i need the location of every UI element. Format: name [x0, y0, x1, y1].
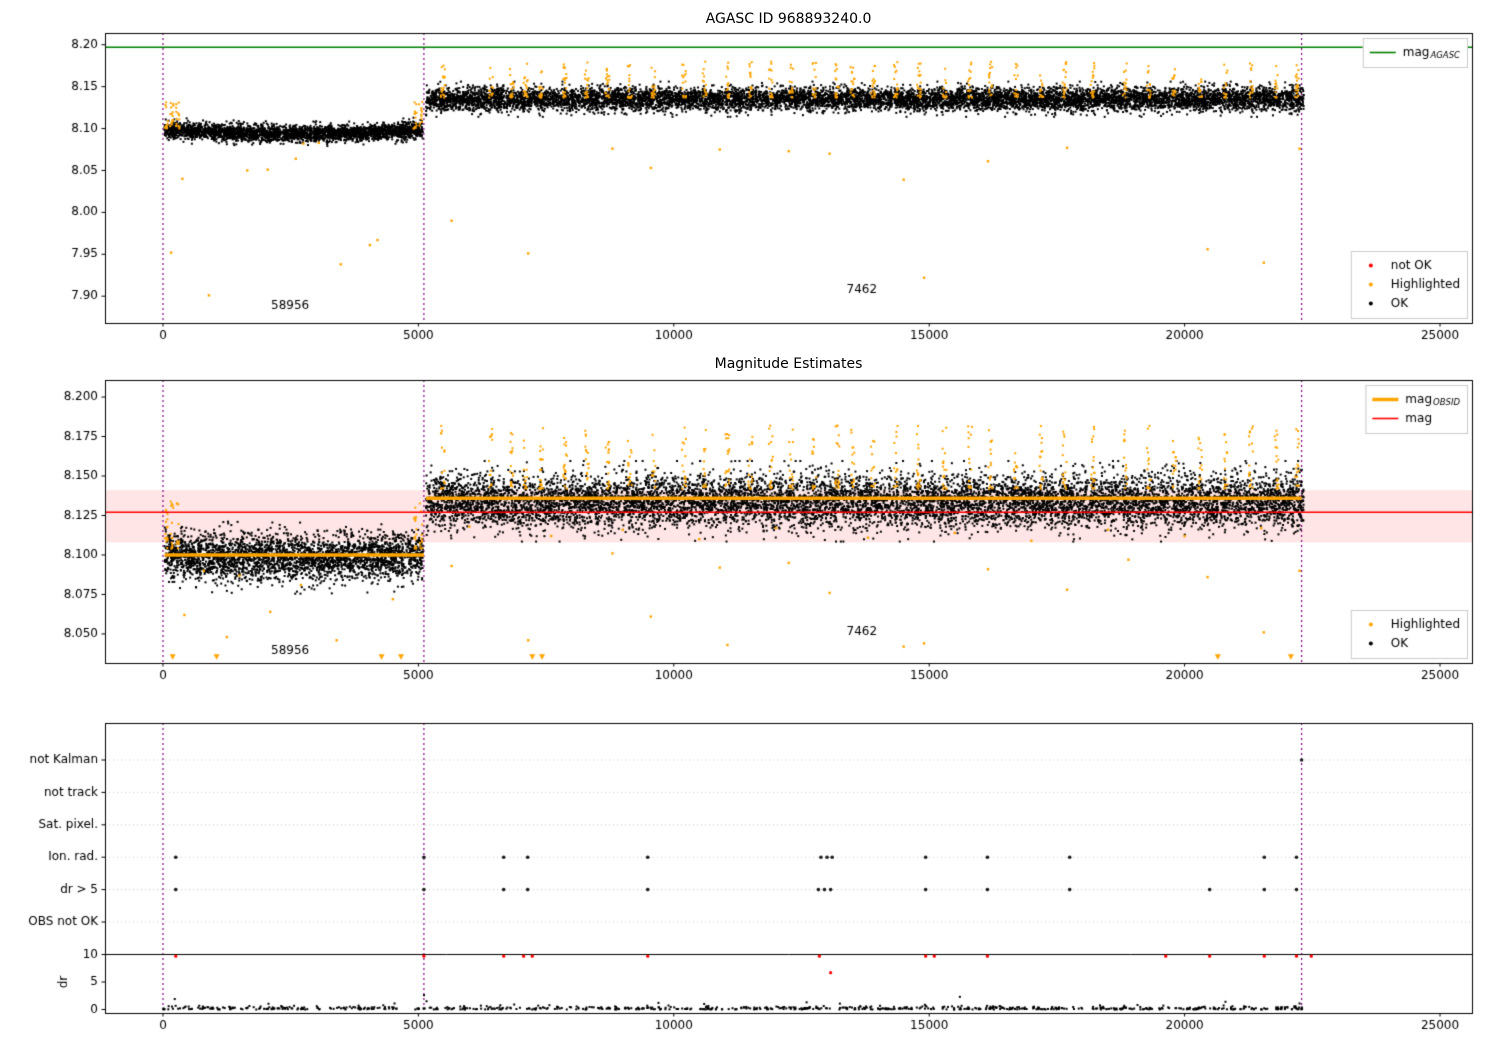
top-plot-title: AGASC ID 968893240.0	[705, 11, 872, 27]
plot-canvas	[0, 0, 1500, 1050]
figure: AGASC ID 968893240.0 Magnitude Estimates	[0, 0, 1500, 1050]
middle-plot-title: Magnitude Estimates	[714, 356, 863, 372]
